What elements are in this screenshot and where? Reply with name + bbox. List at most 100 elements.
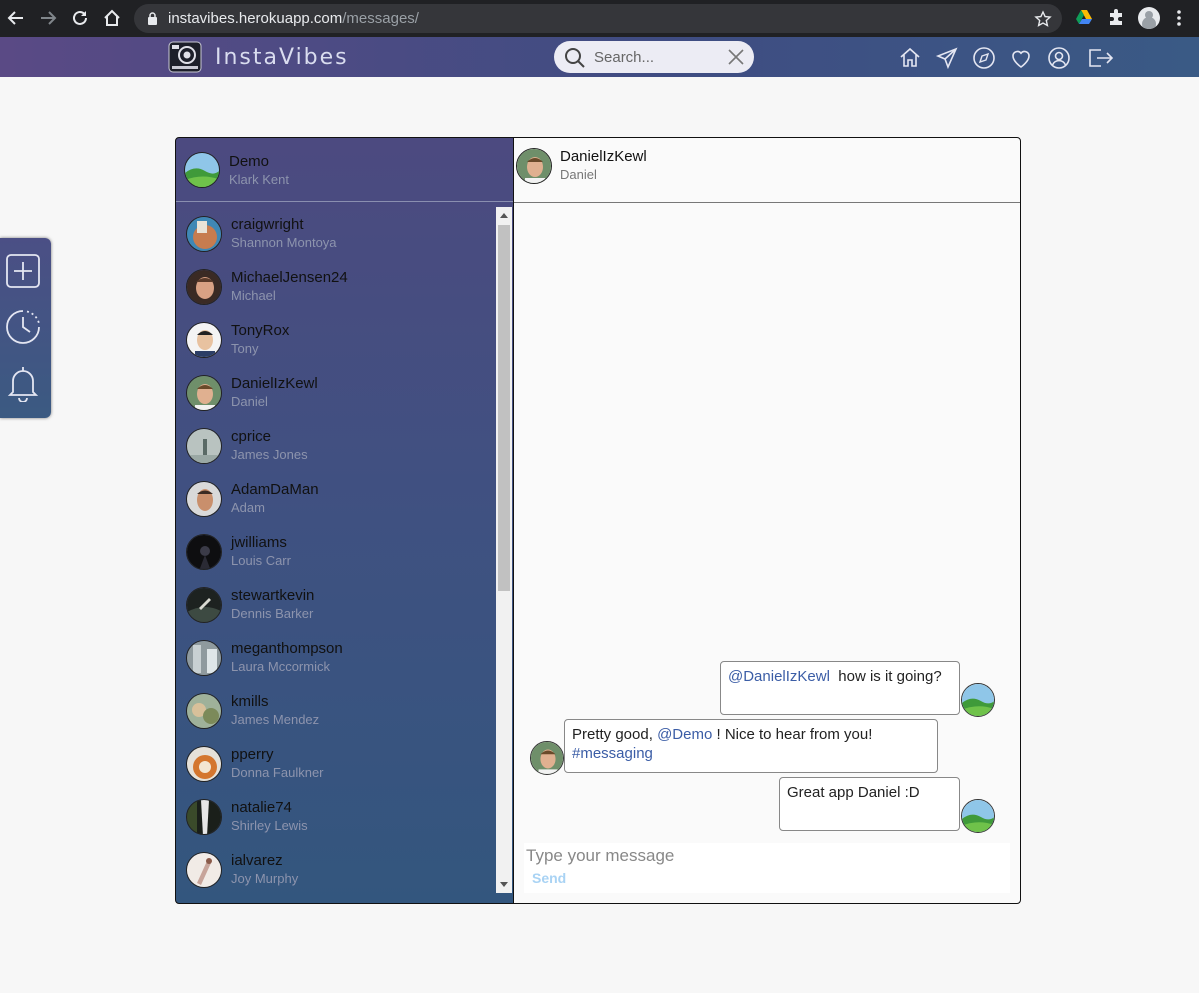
scroll-up-arrow[interactable] bbox=[500, 213, 508, 218]
message-text: Pretty good, bbox=[572, 726, 658, 743]
conversation-name: Shirley Lewis bbox=[231, 818, 308, 833]
conversation-name: Donna Faulkner bbox=[231, 765, 324, 780]
conversation-name: Laura Mccormick bbox=[231, 659, 330, 674]
conversation-name: James Mendez bbox=[231, 712, 320, 727]
conversation-item[interactable]: meganthompson Laura Mccormick bbox=[176, 632, 496, 685]
drive-extension-icon[interactable] bbox=[1075, 8, 1093, 26]
user-avatar bbox=[186, 746, 222, 782]
app-header: InstaVibes bbox=[0, 37, 1199, 77]
conversation-username: natalie74 bbox=[231, 799, 292, 816]
message-composer: Type your message Send bbox=[524, 843, 1010, 893]
url-text: instavibes.herokuapp.com/messages/ bbox=[168, 10, 419, 27]
my-message-avatar bbox=[961, 683, 995, 717]
current-user-name: Klark Kent bbox=[229, 172, 289, 187]
scroll-down-arrow[interactable] bbox=[500, 882, 508, 887]
clock-icon[interactable] bbox=[4, 308, 42, 346]
conversation-item[interactable]: kmills James Mendez bbox=[176, 685, 496, 738]
forward-icon[interactable] bbox=[38, 8, 58, 28]
conversations-panel: Demo Klark Kent craigwright Shannon Mont… bbox=[175, 137, 514, 904]
chat-partner-username[interactable]: DanielIzKewl bbox=[560, 148, 647, 165]
extensions-puzzle-icon[interactable] bbox=[1107, 8, 1125, 26]
app-logo[interactable] bbox=[168, 41, 202, 73]
conversation-item[interactable]: TonyRox Tony bbox=[176, 314, 496, 367]
conversation-item[interactable]: ialvarez Joy Murphy bbox=[176, 844, 496, 897]
user-avatar bbox=[186, 375, 222, 411]
browser-chrome: instavibes.herokuapp.com/messages/ bbox=[0, 0, 1199, 37]
reload-icon[interactable] bbox=[70, 8, 90, 28]
send-icon[interactable] bbox=[935, 46, 959, 70]
user-avatar bbox=[186, 216, 222, 252]
conversation-username: meganthompson bbox=[231, 640, 343, 657]
back-icon[interactable] bbox=[6, 8, 26, 28]
conversation-username: pperry bbox=[231, 746, 274, 763]
conversation-item[interactable]: natalie74 Shirley Lewis bbox=[176, 791, 496, 844]
user-avatar bbox=[186, 481, 222, 517]
conversation-username: cprice bbox=[231, 428, 272, 445]
conversation-scrollbar[interactable] bbox=[496, 207, 512, 893]
conversation-name: Dennis Barker bbox=[231, 606, 314, 621]
chat-panel: DanielIzKewl Daniel @DanielIzKewl how is… bbox=[513, 137, 1021, 904]
conversation-name: James Jones bbox=[231, 447, 308, 462]
conversation-item[interactable]: DanielIzKewl Daniel bbox=[176, 367, 496, 420]
conversation-username: TonyRox bbox=[231, 322, 290, 339]
conversation-username: jwilliams bbox=[231, 534, 287, 551]
user-avatar bbox=[186, 269, 222, 305]
plus-icon[interactable] bbox=[4, 252, 42, 290]
conversation-name: Louis Carr bbox=[231, 553, 291, 568]
conversation-name: Joy Murphy bbox=[231, 871, 299, 886]
home-icon[interactable] bbox=[898, 46, 922, 70]
conversation-name: Shannon Montoya bbox=[231, 235, 337, 250]
conversation-item[interactable]: stewartkevin Dennis Barker bbox=[176, 579, 496, 632]
conversation-item[interactable]: jwilliams Louis Carr bbox=[176, 526, 496, 579]
conversation-item[interactable]: MichaelJensen24 Michael bbox=[176, 261, 496, 314]
conversation-username: ialvarez bbox=[231, 852, 283, 869]
conversation-item[interactable]: AdamDaMan Adam bbox=[176, 473, 496, 526]
partner-message-avatar bbox=[530, 741, 564, 775]
side-toolbar bbox=[0, 238, 51, 418]
chat-partner-avatar[interactable] bbox=[516, 148, 552, 184]
search-input[interactable] bbox=[594, 48, 724, 66]
url-host: instavibes.herokuapp.com bbox=[168, 10, 343, 27]
message-bubble-sent: @DanielIzKewl how is it going? bbox=[720, 661, 960, 715]
search-icon bbox=[564, 47, 586, 74]
logout-icon[interactable] bbox=[1087, 46, 1115, 70]
conversation-item[interactable]: cprice James Jones bbox=[176, 420, 496, 473]
bookmark-star-icon[interactable] bbox=[1034, 10, 1052, 28]
bell-icon[interactable] bbox=[4, 364, 42, 403]
clear-search-icon[interactable] bbox=[728, 49, 744, 70]
conversation-name: Daniel bbox=[231, 394, 268, 409]
send-button[interactable]: Send bbox=[532, 870, 566, 886]
user-avatar bbox=[186, 428, 222, 464]
conversation-username: DanielIzKewl bbox=[231, 375, 318, 392]
message-text: ! Nice to hear from you! bbox=[712, 726, 873, 743]
conversation-username: stewartkevin bbox=[231, 587, 315, 604]
conversation-item[interactable]: craigwright Shannon Montoya bbox=[176, 208, 496, 261]
chat-header: DanielIzKewl Daniel bbox=[514, 138, 1020, 203]
lock-icon bbox=[147, 12, 158, 25]
conversation-username: AdamDaMan bbox=[231, 481, 319, 498]
url-path: /messages/ bbox=[342, 10, 419, 27]
conversation-list: craigwright Shannon Montoya MichaelJense… bbox=[176, 208, 496, 898]
browser-menu-icon[interactable] bbox=[1176, 9, 1182, 27]
message-text: Great app Daniel :D bbox=[787, 784, 920, 801]
current-user-avatar bbox=[184, 152, 220, 188]
current-user-row[interactable]: Demo Klark Kent bbox=[176, 138, 513, 202]
my-message-avatar bbox=[961, 799, 995, 833]
user-avatar bbox=[186, 534, 222, 570]
user-avatar bbox=[186, 799, 222, 835]
browser-profile-avatar[interactable] bbox=[1138, 7, 1160, 29]
home-browser-icon[interactable] bbox=[102, 8, 122, 28]
brand-name[interactable]: InstaVibes bbox=[215, 45, 349, 70]
heart-icon[interactable] bbox=[1009, 46, 1033, 70]
message-bubble-sent: Great app Daniel :D bbox=[779, 777, 960, 831]
user-avatar bbox=[186, 322, 222, 358]
mention-link[interactable]: @Demo bbox=[657, 726, 712, 743]
address-bar[interactable]: instavibes.herokuapp.com/messages/ bbox=[134, 4, 1062, 33]
mention-link[interactable]: @DanielIzKewl bbox=[728, 668, 830, 685]
message-input[interactable]: Type your message bbox=[526, 846, 674, 866]
conversation-item[interactable]: pperry Donna Faulkner bbox=[176, 738, 496, 791]
profile-icon[interactable] bbox=[1047, 46, 1071, 70]
hashtag-link[interactable]: #messaging bbox=[572, 745, 653, 762]
explore-icon[interactable] bbox=[972, 46, 996, 70]
scroll-thumb[interactable] bbox=[498, 225, 510, 591]
